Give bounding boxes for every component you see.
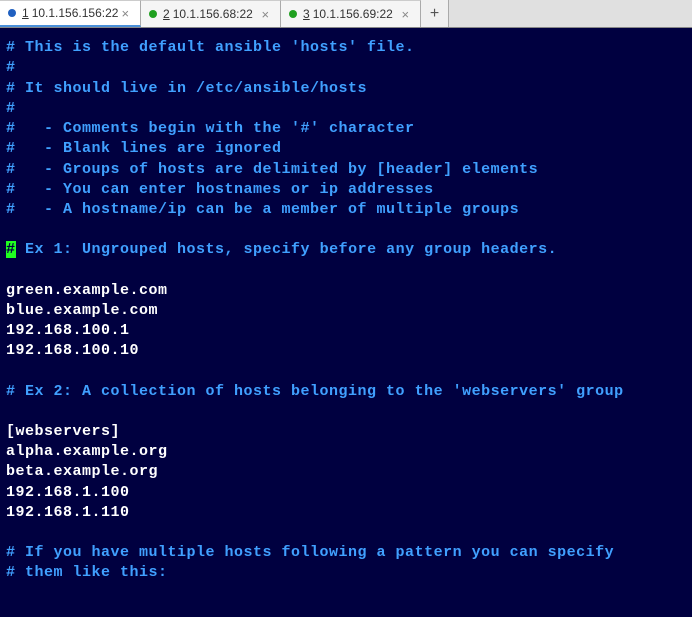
connection-status-icon bbox=[149, 10, 157, 18]
editor-line: green.example.com bbox=[6, 281, 686, 301]
editor-line: # bbox=[6, 58, 686, 78]
close-icon[interactable]: × bbox=[398, 7, 412, 22]
tab-label: 10.1.156.156:22 bbox=[32, 6, 119, 20]
terminal-editor[interactable]: # This is the default ansible 'hosts' fi… bbox=[0, 28, 692, 594]
editor-line bbox=[6, 523, 686, 543]
editor-line: # - A hostname/ip can be a member of mul… bbox=[6, 200, 686, 220]
editor-line: # - Groups of hosts are delimited by [he… bbox=[6, 160, 686, 180]
editor-line: 192.168.100.10 bbox=[6, 341, 686, 361]
editor-line: blue.example.com bbox=[6, 301, 686, 321]
tab-number: 3 bbox=[303, 7, 310, 21]
tab-2[interactable]: 210.1.156.68:22 × bbox=[141, 0, 281, 27]
editor-line: 192.168.100.1 bbox=[6, 321, 686, 341]
tab-3[interactable]: 310.1.156.69:22 × bbox=[281, 0, 421, 27]
editor-line bbox=[6, 220, 686, 240]
editor-line bbox=[6, 261, 686, 281]
editor-line: [webservers] bbox=[6, 422, 686, 442]
editor-line bbox=[6, 402, 686, 422]
close-icon[interactable]: × bbox=[258, 7, 272, 22]
editor-line: # - Comments begin with the '#' characte… bbox=[6, 119, 686, 139]
cursor: # bbox=[6, 241, 16, 258]
editor-line: # Ex 1: Ungrouped hosts, specify before … bbox=[6, 240, 686, 260]
editor-line: # bbox=[6, 99, 686, 119]
editor-line: 192.168.1.100 bbox=[6, 483, 686, 503]
editor-line: beta.example.org bbox=[6, 462, 686, 482]
editor-line: # - You can enter hostnames or ip addres… bbox=[6, 180, 686, 200]
editor-line: # - Blank lines are ignored bbox=[6, 139, 686, 159]
editor-line bbox=[6, 362, 686, 382]
tab-number: 1 bbox=[22, 6, 29, 20]
tab-bar: 110.1.156.156:22×210.1.156.68:22×310.1.1… bbox=[0, 0, 692, 28]
editor-line: # It should live in /etc/ansible/hosts bbox=[6, 79, 686, 99]
close-icon[interactable]: × bbox=[118, 6, 132, 21]
tab-number: 2 bbox=[163, 7, 170, 21]
editor-line: # them like this: bbox=[6, 563, 686, 583]
tab-1[interactable]: 110.1.156.156:22× bbox=[0, 0, 141, 27]
editor-line: 192.168.1.110 bbox=[6, 503, 686, 523]
editor-line: # Ex 2: A collection of hosts belonging … bbox=[6, 382, 686, 402]
tab-label: 10.1.156.69:22 bbox=[313, 7, 393, 21]
editor-line: alpha.example.org bbox=[6, 442, 686, 462]
editor-line: # If you have multiple hosts following a… bbox=[6, 543, 686, 563]
connection-status-icon bbox=[8, 9, 16, 17]
editor-line: # This is the default ansible 'hosts' fi… bbox=[6, 38, 686, 58]
add-tab-button[interactable]: + bbox=[421, 0, 449, 27]
tab-label: 10.1.156.68:22 bbox=[173, 7, 253, 21]
connection-status-icon bbox=[289, 10, 297, 18]
